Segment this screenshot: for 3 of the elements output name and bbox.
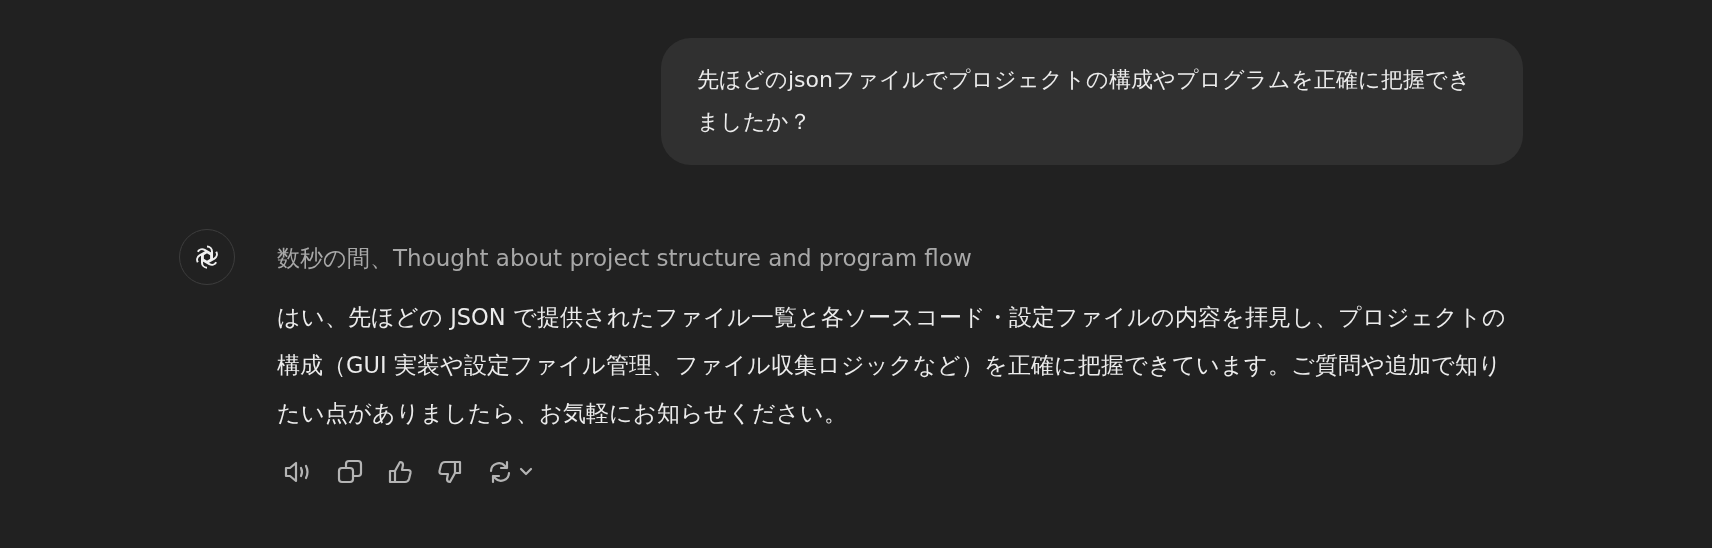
thought-summary[interactable]: 数秒の間、Thought about project structure and program flow [277, 243, 1517, 273]
user-message: 先ほどのjsonファイルでプロジェクトの構成やプログラムを正確に把握できましたか？ [661, 38, 1523, 165]
assistant-message: はい、先ほどの JSON で提供されたファイル一覧と各ソースコード・設定ファイルの内容を拝見し、プロジェクトの構成（GUI 実装や設定ファイル管理、ファイル収集ロジックなど）を正確に把握できています。ご質問や追加で知りたい点がありましたら、お気軽にお知らせください。 [277, 303, 1507, 428]
